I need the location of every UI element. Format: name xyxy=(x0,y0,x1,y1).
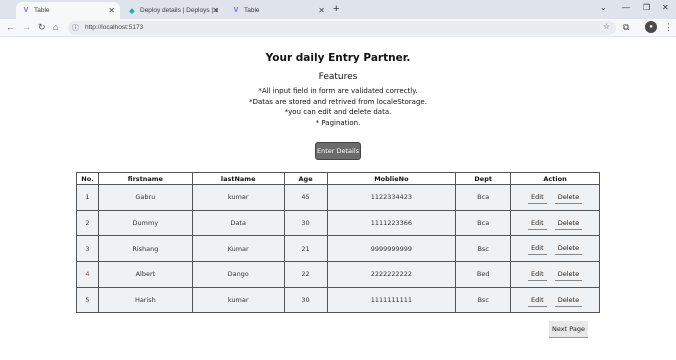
page-title: Your daily Entry Partner. xyxy=(265,52,411,64)
table-row: 5 Harish kumar 30 1111111111 Bsc Edit De… xyxy=(76,286,600,314)
tab-title: Table xyxy=(244,7,260,14)
features-list: *All input field in form are validated c… xyxy=(0,86,676,128)
delete-button[interactable]: Delete xyxy=(554,216,583,230)
column-header-lastname: lastName xyxy=(191,172,285,185)
enter-details-button[interactable]: Enter Details xyxy=(315,142,361,160)
cell-age: 45 xyxy=(283,184,328,211)
table-row: 4 Albert Dango 22 2222222222 Bed Edit De… xyxy=(76,261,600,288)
cell-lastname: kumar xyxy=(191,286,285,314)
cell-firstname: Rishang xyxy=(97,235,193,263)
edit-button[interactable]: Edit xyxy=(528,216,547,230)
close-icon[interactable]: ✕ xyxy=(108,6,115,15)
url-input[interactable]: ⓘ http://localhost:5173 ☆ xyxy=(68,21,616,35)
forward-icon[interactable]: → xyxy=(22,22,31,32)
cell-dept: Bsc xyxy=(455,235,512,263)
cell-firstname: Dummy xyxy=(97,209,193,237)
cell-no: 3 xyxy=(76,235,99,263)
entries-table: No. firstname lastName Age MoblieNo Dept… xyxy=(76,172,600,314)
back-icon[interactable]: ← xyxy=(6,22,15,32)
cell-mobile: 1111223366 xyxy=(326,209,457,237)
edit-button[interactable]: Edit xyxy=(528,190,547,204)
delete-button[interactable]: Delete xyxy=(554,267,583,281)
table-header-row: No. firstname lastName Age MoblieNo Dept… xyxy=(76,172,600,185)
edit-button[interactable]: Edit xyxy=(528,293,547,307)
cell-action: Edit Delete xyxy=(510,261,600,288)
cell-no: 2 xyxy=(76,209,99,237)
column-header-dept: Dept xyxy=(455,172,512,185)
edit-button[interactable]: Edit xyxy=(528,267,547,281)
cell-age: 22 xyxy=(283,261,328,288)
cell-dept: Bsc xyxy=(455,286,512,314)
tab-table[interactable]: V Table ✕ xyxy=(226,2,330,19)
feature-item: *Datas are stored and retrived from loca… xyxy=(249,97,427,106)
cell-action: Edit Delete xyxy=(510,184,600,211)
tab-table-active[interactable]: V Table ✕ xyxy=(16,2,120,19)
column-header-action: Action xyxy=(510,172,600,185)
address-bar: ← → ↻ ⌂ ⓘ http://localhost:5173 ☆ ⧉ ⋮ xyxy=(0,19,676,37)
feature-item: *All input field in form are validated c… xyxy=(258,87,418,95)
minimize-icon[interactable]: — xyxy=(622,3,630,12)
cell-no: 5 xyxy=(76,286,99,314)
reload-icon[interactable]: ↻ xyxy=(38,22,46,33)
cell-firstname: Harish xyxy=(97,286,193,314)
cell-dept: Bed xyxy=(455,261,512,288)
close-icon[interactable]: ✕ xyxy=(318,6,325,15)
next-page-button[interactable]: Next Page xyxy=(549,321,588,338)
site-info-icon[interactable]: ⓘ xyxy=(72,23,79,33)
column-header-mobile: MoblieNo xyxy=(326,172,457,185)
table-row: 3 Rishang Kumar 21 9999999999 Bsc Edit D… xyxy=(76,235,600,263)
cell-age: 30 xyxy=(283,286,328,314)
bookmark-star-icon[interactable]: ☆ xyxy=(603,22,610,31)
home-icon[interactable]: ⌂ xyxy=(53,22,58,32)
tab-deploy-details[interactable]: ◆ Deploy details | Deploys | elegant-...… xyxy=(122,2,224,19)
url-text: http://localhost:5173 xyxy=(85,23,144,31)
cell-lastname: Dango xyxy=(191,261,285,288)
tab-title: Table xyxy=(34,7,50,14)
cell-mobile: 1111111111 xyxy=(326,286,457,314)
cell-firstname: Gabru xyxy=(97,184,193,211)
cell-mobile: 1122334423 xyxy=(326,184,457,211)
chevron-down-icon[interactable]: ⌄ xyxy=(600,3,607,12)
feature-item: *you can edit and delete data. xyxy=(284,108,392,116)
edit-button[interactable]: Edit xyxy=(528,242,547,256)
cell-dept: Bca xyxy=(455,184,512,211)
delete-button[interactable]: Delete xyxy=(554,190,583,204)
maximize-icon[interactable]: ❐ xyxy=(643,3,650,12)
cell-lastname: Kumar xyxy=(191,235,285,263)
cell-mobile: 9999999999 xyxy=(326,235,457,263)
cell-no: 1 xyxy=(76,184,99,211)
table-row: 2 Dummy Data 30 1111223366 Bca Edit Dele… xyxy=(76,209,600,237)
new-tab-icon[interactable]: + xyxy=(333,3,339,15)
netlify-icon: ◆ xyxy=(129,7,135,15)
cell-lastname: kumar xyxy=(191,184,285,211)
cell-dept: Bca xyxy=(455,209,512,237)
features-heading: Features xyxy=(318,72,358,82)
cell-action: Edit Delete xyxy=(510,209,600,237)
table-row: 1 Gabru kumar 45 1122334423 Bca Edit Del… xyxy=(76,184,600,211)
cell-lastname: Data xyxy=(191,209,285,237)
tab-bar: V Table ✕ ◆ Deploy details | Deploys | e… xyxy=(0,0,676,19)
close-icon[interactable]: ✕ xyxy=(212,6,219,15)
cell-no: 4 xyxy=(76,261,99,288)
menu-dots-icon[interactable]: ⋮ xyxy=(664,22,673,33)
column-header-age: Age xyxy=(283,172,328,185)
profile-avatar-icon[interactable]: ● xyxy=(645,21,657,33)
cell-action: Edit Delete xyxy=(510,235,600,263)
extensions-icon[interactable]: ⧉ xyxy=(623,22,629,33)
cell-age: 21 xyxy=(283,235,328,263)
delete-button[interactable]: Delete xyxy=(554,293,583,307)
cell-mobile: 2222222222 xyxy=(326,261,457,288)
cell-age: 30 xyxy=(283,209,328,237)
delete-button[interactable]: Delete xyxy=(554,242,583,256)
window-close-icon[interactable]: ✕ xyxy=(662,3,669,12)
column-header-no: No. xyxy=(76,172,99,185)
vite-icon: V xyxy=(233,7,239,14)
column-header-firstname: firstname xyxy=(97,172,193,185)
tab-title: Deploy details | Deploys | elegant-... xyxy=(140,7,218,14)
feature-item: * Pagination. xyxy=(315,118,361,127)
vite-icon: V xyxy=(23,7,29,14)
cell-firstname: Albert xyxy=(97,261,193,288)
cell-action: Edit Delete xyxy=(510,286,600,314)
